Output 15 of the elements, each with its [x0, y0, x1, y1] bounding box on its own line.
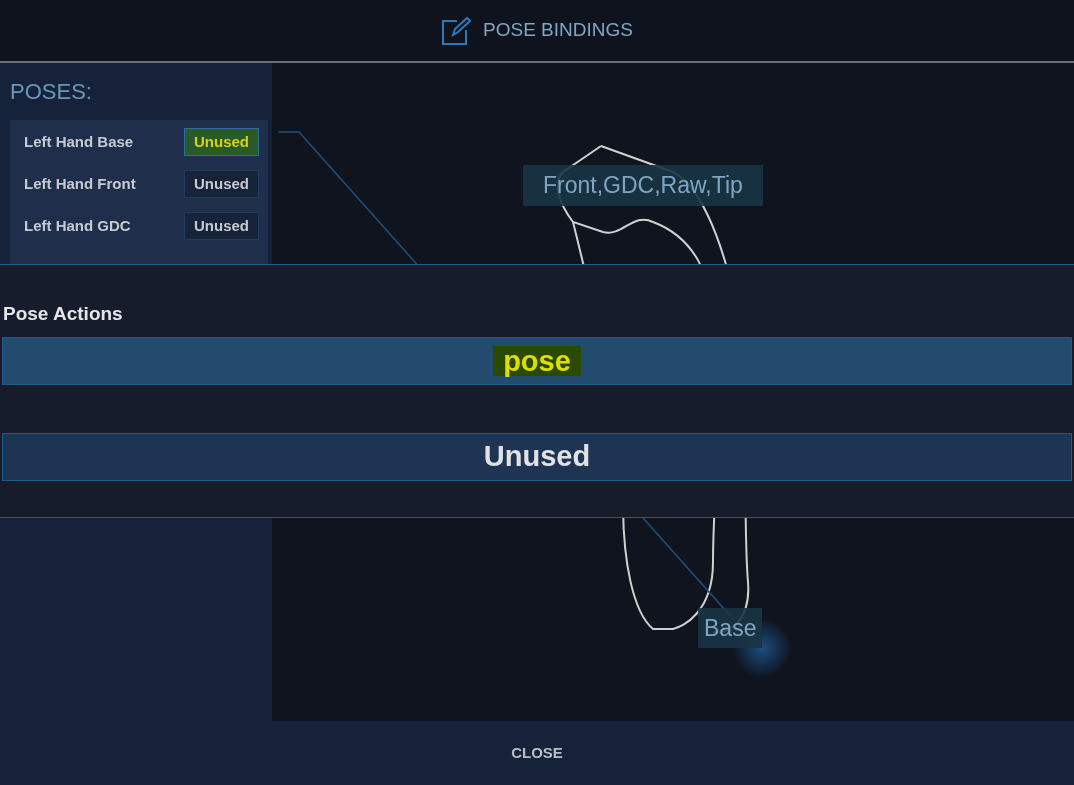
pose-label: Left Hand Front — [24, 173, 136, 194]
pose-tag: Front,GDC,Raw,Tip — [523, 165, 763, 206]
edit-icon — [441, 15, 472, 46]
binding-button[interactable]: Unused — [184, 128, 259, 156]
binding-button[interactable]: Unused — [184, 212, 259, 240]
popup-title: Pose Actions — [2, 303, 124, 325]
close-button[interactable]: CLOSE — [511, 741, 563, 765]
pose-label: Left Hand GDC — [24, 215, 131, 236]
pose-action-option[interactable]: Unused — [2, 433, 1072, 481]
section-heading: POSES: — [10, 78, 93, 106]
pose-label: Left Hand Base — [24, 131, 134, 152]
dialog-title: POSE BINDINGS — [483, 18, 633, 43]
pose-tag: Base — [698, 608, 763, 648]
pose-action-option[interactable]: pose — [2, 337, 1072, 385]
binding-button[interactable]: Unused — [184, 170, 259, 198]
